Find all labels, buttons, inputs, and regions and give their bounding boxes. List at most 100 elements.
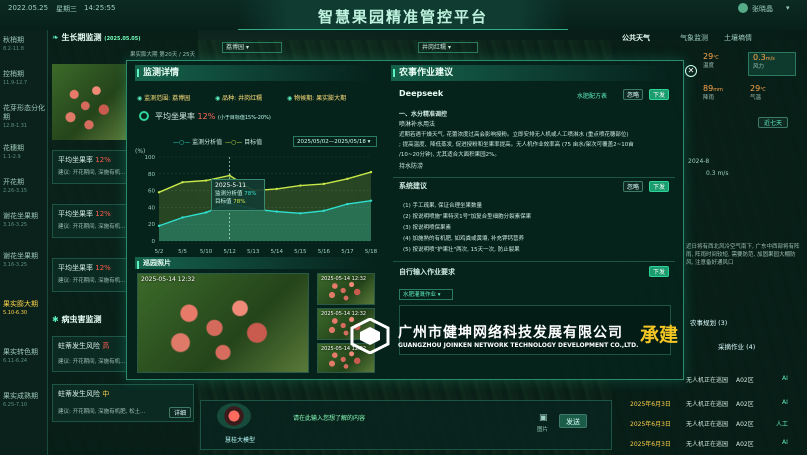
weather-stat: 89mm 降雨 [703,84,743,106]
ignore-button[interactable]: 忽略 [623,181,643,192]
stage-item[interactable]: 谢花坐果期 3.16-3.25 [3,252,47,270]
ignore-button[interactable]: 忽略 [623,89,643,100]
task-zone: A02区 [736,401,754,408]
x-tick-label: 5/14 [271,249,284,255]
x-tick-label: 5/16 [318,249,331,255]
issue-button[interactable]: 下发 [649,89,669,100]
ai-chat-bar: 慧桂大模型 请在此输入您想了解的内容 ▣ 图片 发送 [200,400,612,450]
card-label: 平均坐果率 [58,210,93,218]
tab-picking[interactable]: 采摘作业 (4) [718,341,755,351]
stage-item[interactable]: 开花期 2.26-3.15 [3,178,47,196]
tab-soil-moisture[interactable]: 土壤墒情 [724,33,752,43]
data-point [346,202,349,206]
orchard-select[interactable]: 荔博园 ▾ [222,42,282,53]
data-point [299,184,302,187]
stage-item[interactable]: 谢花坐果期 3.16-3.25 [3,212,47,230]
y-axis-unit: (%) [135,148,145,155]
data-point [157,191,161,194]
stat-unit: ℃ [713,55,719,61]
card-value: 12% [95,156,111,164]
phase-note: 果实膨大期 第20天 / 25天 [130,52,196,58]
advice-subheading: 喷淋补水用法 [399,121,436,128]
stat-unit: mm [713,87,723,93]
header-weekday: 星期三 [56,5,77,13]
close-icon[interactable]: ✕ [685,65,697,77]
stage-dates: 6.25-7.10 [3,402,28,408]
stat-unit: m/s [765,56,775,62]
task-desc: 无人机正在巡园 [686,421,729,428]
weather-alert: 近日将有西北风冷空气南下, 广东中西部将有阵雨, 阵雨时间较短, 需要防范, 加… [686,244,800,266]
user-name[interactable]: 张晓晶 [752,4,773,14]
patrol-photos-header: 巡园照片 [135,257,375,269]
tab-public-weather[interactable]: 公共天气 [622,33,650,43]
tooltip-value: 78% [233,199,246,205]
stage-label: 谢花坐果期 [3,212,38,220]
chat-input[interactable]: 请在此输入您想了解的内容 [287,407,527,433]
card-value: 12% [95,264,111,272]
task-type-select[interactable]: 水肥灌溉作业 ▾ [399,289,453,300]
issue-button[interactable]: 下发 [649,181,669,192]
stage-dates: 8.2-11.8 [3,46,24,52]
stage-label: 谢花坐果期 [3,252,38,260]
issue-button[interactable]: 下发 [649,266,669,277]
tab-task-plan[interactable]: 农事规划 (3) [690,317,727,327]
user-avatar[interactable] [738,3,748,13]
patrol-photo-main[interactable]: 2025-05-14 12:32 [137,273,309,373]
pest-card[interactable]: 蛀蒂发生风险 中 建议: 开花期间, 深施有机肥, 松土... 详细 [52,384,194,422]
recent-7-days-button[interactable]: 近七天 [758,117,788,128]
task-row[interactable]: 2025年6月3日 无人机正在巡园 A02区 AI [624,438,802,448]
lychee-photo[interactable] [52,64,126,140]
stat-value: 89 [703,84,714,93]
patrol-photo-thumb[interactable]: 2025-05-14 12:32 [317,273,375,305]
stat-unit: ℃ [760,87,766,93]
advice-line: 近期若遇干燥天气, 花蕾浓度过高会影响授粉。立即安排无人机或人工喷淋水 (重点喷… [399,132,629,138]
x-tick-label: 5/12 [223,249,235,255]
stage-item[interactable]: 花穗期 1.1-2.9 [3,144,47,162]
stage-label: 控梢期 [3,70,24,78]
stat-label: 温度 [703,63,715,69]
task-desc: 无人机正在巡园 [686,377,729,384]
image-label: 图片 [537,427,549,433]
send-button[interactable]: 发送 [559,414,587,428]
detail-button[interactable]: 详细 [169,407,191,418]
task-row[interactable]: 2025年6月3日 无人机正在巡园 A02区 AI [624,398,802,408]
stage-dates: 2.26-3.15 [3,188,28,194]
stage-dates: 6.11-6.24 [3,358,28,364]
stage-dates: 3.16-3.25 [3,262,28,268]
task-desc: 无人机正在巡园 [686,441,729,448]
chevron-down-icon[interactable]: ▾ [786,4,790,12]
stage-item[interactable]: 果实转色期 6.11-6.24 [3,348,47,366]
advice-end: 持水防涝 [399,163,424,170]
stage-label: 果实成熟期 [3,392,38,400]
data-point [204,211,208,214]
page-title: 智慧果园精准管控平台 [317,8,488,26]
card-title: 蛀蒂发生风险 高 [58,341,109,351]
image-icon[interactable]: ▣ [539,413,548,423]
tab-count: (4) [746,343,756,351]
variety-select[interactable]: 井岗红糯 ▾ [418,42,478,53]
stage-item[interactable]: 秋梢期 8.2-11.8 [3,36,47,54]
y-tick-label: 40 [148,205,155,211]
card-label: 蛀蒂发生风险 [58,342,100,350]
stage-label: 秋梢期 [3,36,24,44]
stat-label: 降雨 [703,95,715,101]
weather-stat: 29℃ 气温 [750,84,790,106]
stat-value: 29 [703,52,714,61]
task-row[interactable]: 2025年6月3日 无人机正在巡园 A02区 人工 [624,418,802,428]
stat-value: 0.3 [753,53,766,62]
pest-monitor-header: ✱ 病虫害监测 [52,314,102,328]
target-icon [139,111,149,121]
data-point [275,187,278,191]
fertilizer-formula-link[interactable]: 水肥配方表 [577,91,607,100]
scope-label: 监测范围: 荔博园 [144,95,191,102]
card-advice: 建议: 开花期间, 深施有机... [58,170,126,176]
ai-model-logo[interactable] [217,403,251,429]
builder-banner: 广州市健坤网络科技发展有限公司 GUANGZHOU JOINKEN NETWOR… [348,318,693,354]
divider [393,261,675,262]
tab-weather-monitor[interactable]: 气象监测 [680,33,708,43]
stage-item[interactable]: 花芽形态分化期 12.8-1.31 [3,104,47,131]
stage-item[interactable]: 果实成熟期 6.25-7.10 [3,392,47,410]
stage-item[interactable]: 控梢期 11.9-12.7 [3,70,47,88]
stat-label: 风力 [753,64,765,70]
stage-item-active[interactable]: 果实膨大期 5.10-6.30 [3,300,47,318]
